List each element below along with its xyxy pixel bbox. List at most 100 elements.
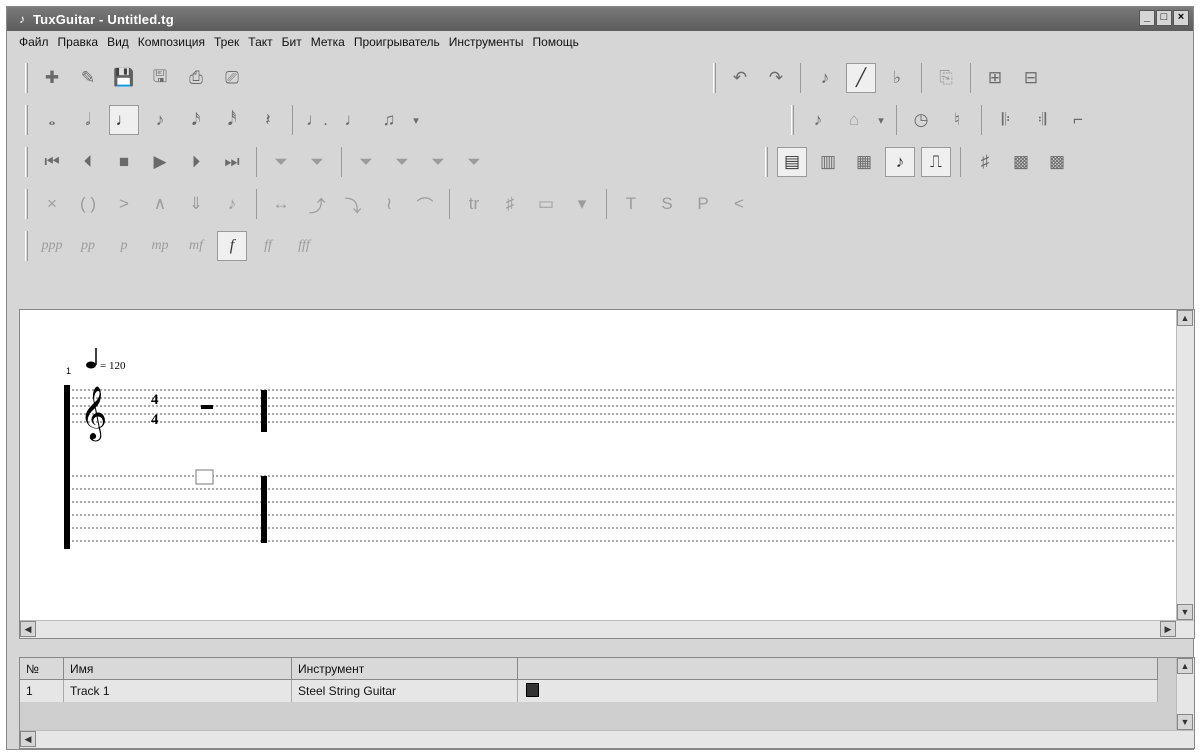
tremolo-bar-icon[interactable]: ⌒ <box>410 189 440 219</box>
fade-in-icon[interactable]: < <box>724 189 754 219</box>
natural-key-icon[interactable]: ♭ <box>882 63 912 93</box>
dynamic-ppp-icon[interactable]: ppp <box>37 231 67 261</box>
scroll-left-icon[interactable]: ◀ <box>20 621 36 637</box>
tab-cursor[interactable] <box>195 469 214 485</box>
scroll-left-icon[interactable]: ◀ <box>20 731 36 747</box>
whole-note-icon[interactable]: 𝅝 <box>37 105 67 135</box>
previous-measure-icon[interactable]: ⏴ <box>73 147 103 177</box>
close-button[interactable]: × <box>1173 10 1189 26</box>
table-row[interactable]: 1 Track 1 Steel String Guitar <box>20 680 1158 702</box>
bend-icon[interactable]: ⤵ <box>338 189 368 219</box>
scroll-up-icon[interactable]: ▲ <box>1177 310 1193 326</box>
new-file-icon[interactable]: ✚ <box>37 63 67 93</box>
menu-help[interactable]: Помощь <box>533 35 579 49</box>
piano-icon[interactable]: ▩ <box>1042 147 1072 177</box>
palm-mute-icon[interactable]: ▭ <box>531 189 561 219</box>
toolbar-grip[interactable] <box>713 63 716 93</box>
scroll-down-icon[interactable]: ▼ <box>1177 604 1193 620</box>
next-measure-icon[interactable]: ⏵ <box>181 147 211 177</box>
add-track-icon[interactable]: ⊞ <box>980 63 1010 93</box>
half-note-icon[interactable]: 𝅗𝅥 <box>73 105 103 135</box>
staccato-icon[interactable]: ▾ <box>567 189 597 219</box>
repeat-open-icon[interactable]: 𝄆 <box>991 105 1021 135</box>
dynamic-p-icon[interactable]: p <box>109 231 139 261</box>
slide-icon[interactable]: ↔ <box>266 189 296 219</box>
dynamic-mp-icon[interactable]: mp <box>145 231 175 261</box>
menu-marker[interactable]: Метка <box>311 35 345 49</box>
column-instrument[interactable]: Инструмент <box>292 658 518 680</box>
repeat-alternative-icon[interactable]: ⌐ <box>1063 105 1093 135</box>
horizontal-scrollbar[interactable]: ◀ ▶ <box>20 620 1194 638</box>
scroll-right-icon[interactable]: ▶ <box>1160 621 1176 637</box>
ghost-note-icon[interactable]: ( ) <box>73 189 103 219</box>
slapping-icon[interactable]: S <box>652 189 682 219</box>
linear-layout-icon[interactable]: ▥ <box>813 147 843 177</box>
menu-view[interactable]: Вид <box>107 35 129 49</box>
tuplet-dropdown-icon[interactable]: ▾ <box>410 105 422 135</box>
pencil-mode-icon[interactable]: ╱ <box>846 63 876 93</box>
tapping-icon[interactable]: T <box>616 189 646 219</box>
heavy-accent-icon[interactable]: ∧ <box>145 189 175 219</box>
menu-beat[interactable]: Бит <box>282 35 302 49</box>
lock-icon[interactable]: ⎘ <box>931 63 961 93</box>
time-signature-icon[interactable]: ♮ <box>942 105 972 135</box>
toolbar-grip[interactable] <box>25 147 28 177</box>
dynamic-fff-icon[interactable]: fff <box>289 231 319 261</box>
menu-measure[interactable]: Такт <box>248 35 272 49</box>
title-bar[interactable]: ♪ TuxGuitar - Untitled.tg _ □ × <box>7 7 1193 31</box>
open-file-icon[interactable]: ✎ <box>73 63 103 93</box>
multitrack-icon[interactable]: ▦ <box>849 147 879 177</box>
save-icon[interactable]: 💾 <box>109 63 139 93</box>
redo-icon[interactable]: ↷ <box>761 63 791 93</box>
print-preview-icon[interactable]: ⎚ <box>217 63 247 93</box>
repeat-close-icon[interactable]: 𝄇 <box>1027 105 1057 135</box>
trill-icon[interactable]: tr <box>459 189 489 219</box>
maximize-button[interactable]: □ <box>1156 10 1172 26</box>
vertical-scrollbar[interactable]: ▲ ▼ <box>1176 310 1194 620</box>
toolbar-grip[interactable] <box>765 147 768 177</box>
thirty-second-note-icon[interactable]: 𝅘𝅥𝅰 <box>217 105 247 135</box>
hammer-on-icon[interactable]: ⤴ <box>302 189 332 219</box>
score-editor[interactable]: = 120 1 𝄞 4 4 ▲ ▼ ◀ ▶ <box>19 309 1195 639</box>
dynamic-mf-icon[interactable]: mf <box>181 231 211 261</box>
print-icon[interactable]: ⎙ <box>181 63 211 93</box>
track-previous-icon[interactable]: ⏷ <box>302 147 332 177</box>
track-timeline[interactable] <box>518 680 1158 702</box>
toolbar-grip[interactable] <box>25 105 28 135</box>
chord-icon[interactable]: ⌂ <box>839 105 869 135</box>
menu-edit[interactable]: Правка <box>58 35 99 49</box>
quarter-note-icon[interactable]: ♩ <box>109 105 139 135</box>
track-solo-icon[interactable]: ⏷ <box>423 147 453 177</box>
track-last-icon[interactable]: ⏷ <box>387 147 417 177</box>
dynamic-pp-icon[interactable]: pp <box>73 231 103 261</box>
grace-note-icon[interactable]: ♪ <box>217 189 247 219</box>
scroll-up-icon[interactable]: ▲ <box>1177 658 1193 674</box>
track-mute-icon[interactable]: ⏷ <box>459 147 489 177</box>
popping-icon[interactable]: P <box>688 189 718 219</box>
tempo-icon[interactable]: ◷ <box>906 105 936 135</box>
menu-file[interactable]: Файл <box>19 35 49 49</box>
menu-player[interactable]: Проигрыватель <box>354 35 440 49</box>
page-layout-icon[interactable]: ▤ <box>777 147 807 177</box>
chord-dropdown-icon[interactable]: ▾ <box>875 105 887 135</box>
toolbar-grip[interactable] <box>791 105 794 135</box>
tie-note-icon[interactable]: ♪ <box>803 105 833 135</box>
tablature-view-icon[interactable]: ⎍ <box>921 147 951 177</box>
track-table-vscroll[interactable]: ▲ ▼ <box>1176 658 1194 730</box>
dynamic-ff-icon[interactable]: ff <box>253 231 283 261</box>
column-number[interactable]: № <box>20 658 64 680</box>
score-canvas[interactable]: = 120 1 𝄞 4 4 <box>20 310 1176 622</box>
mixer-icon[interactable]: ▩ <box>1006 147 1036 177</box>
menu-track[interactable]: Трек <box>214 35 239 49</box>
eighth-note-icon[interactable]: ♪ <box>145 105 175 135</box>
first-measure-icon[interactable]: ⏮ <box>37 147 67 177</box>
last-measure-icon[interactable]: ⏭ <box>217 147 247 177</box>
menu-composition[interactable]: Композиция <box>138 35 205 49</box>
score-view-icon[interactable]: ♪ <box>885 147 915 177</box>
sixteenth-note-icon[interactable]: 𝅘𝅥𝅯 <box>181 105 211 135</box>
measure-block[interactable] <box>526 683 539 697</box>
toolbar-grip[interactable] <box>25 189 28 219</box>
track-next-icon[interactable]: ⏷ <box>351 147 381 177</box>
fretboard-icon[interactable]: ♯ <box>970 147 1000 177</box>
column-name[interactable]: Имя <box>64 658 292 680</box>
